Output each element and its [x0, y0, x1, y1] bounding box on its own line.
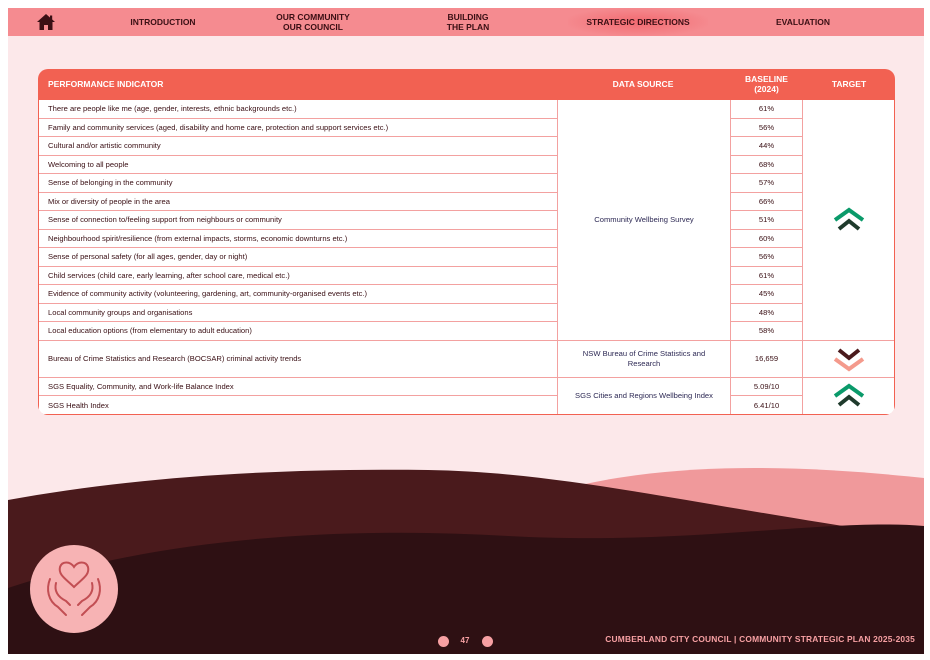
baseline-cell: 45% [730, 285, 803, 304]
indicator-cell: SGS Equality, Community, and Work-life B… [39, 377, 557, 396]
indicator-cell: Cultural and/or artistic community [39, 137, 557, 156]
baseline-cell: 58% [730, 322, 803, 341]
table-header: PERFORMANCE INDICATOR DATA SOURCE BASELI… [38, 69, 895, 99]
double-chevron-up-icon [833, 383, 864, 407]
baseline-cell: 61% [730, 266, 803, 285]
baseline-cell: 61% [730, 100, 803, 119]
nav-item-our-community[interactable]: OUR COMMUNITY OUR COUNCIL [258, 8, 368, 36]
header-baseline-line1: BASELINE [745, 74, 788, 84]
baseline-cell: 16,659 [730, 340, 803, 378]
nav-item-introduction[interactable]: INTRODUCTION [108, 8, 218, 36]
indicator-cell: SGS Health Index [39, 396, 557, 414]
baseline-cell: 57% [730, 174, 803, 193]
previous-page-button[interactable] [438, 636, 449, 647]
data-source-cell: Community Wellbeing Survey [557, 100, 730, 341]
nav-item-evaluation[interactable]: EVALUATION [753, 8, 853, 36]
page-number: 47 [460, 636, 470, 645]
home-button[interactable] [36, 12, 56, 32]
target-cell [803, 100, 894, 341]
indicator-cell: Bureau of Crime Statistics and Research … [39, 340, 557, 378]
table-body: There are people like me (age, gender, i… [39, 100, 894, 414]
baseline-cell: 48% [730, 303, 803, 322]
header-target: TARGET [831, 79, 867, 89]
top-nav-bar: INTRODUCTION OUR COMMUNITY OUR COUNCIL B… [8, 8, 924, 36]
footer-council: CUMBERLAND CITY COUNCIL [605, 634, 732, 644]
header-baseline-line2: (2024) [754, 84, 779, 94]
baseline-cell: 5.09/10 [730, 377, 803, 396]
double-chevron-down-icon [833, 347, 864, 371]
heart-hands-icon [47, 561, 101, 616]
next-page-button[interactable] [482, 636, 493, 647]
target-cell [803, 340, 894, 378]
indicator-cell: Neighbourhood spirit/resilience (from ex… [39, 229, 557, 248]
page: INTRODUCTION OUR COMMUNITY OUR COUNCIL B… [8, 8, 924, 654]
footer-title: CUMBERLAND CITY COUNCIL | COMMUNITY STRA… [605, 634, 915, 644]
indicator-cell: Local education options (from elementary… [39, 322, 557, 341]
page-navigation: 47 [438, 636, 498, 648]
double-chevron-up-icon [833, 207, 864, 231]
baseline-cell: 51% [730, 211, 803, 230]
nav-item-strategic-directions[interactable]: STRATEGIC DIRECTIONS [568, 8, 708, 36]
indicator-cell: Sense of belonging in the community [39, 174, 557, 193]
baseline-cell: 44% [730, 137, 803, 156]
header-baseline: BASELINE (2024) [730, 69, 803, 99]
target-cell [803, 377, 894, 414]
data-source-cell: NSW Bureau of Crime Statistics and Resea… [557, 340, 730, 378]
heart-hands-logo [30, 545, 118, 633]
indicator-cell: There are people like me (age, gender, i… [39, 100, 557, 119]
baseline-cell: 66% [730, 192, 803, 211]
header-data-source: DATA SOURCE [612, 79, 674, 89]
indicator-cell: Child services (child care, early learni… [39, 266, 557, 285]
baseline-cell: 56% [730, 248, 803, 267]
indicator-cell: Evidence of community activity (voluntee… [39, 285, 557, 304]
baseline-cell: 56% [730, 118, 803, 137]
performance-table: PERFORMANCE INDICATOR DATA SOURCE BASELI… [38, 69, 895, 415]
footer-separator: | [734, 634, 737, 644]
decorative-hills [8, 468, 924, 654]
nav-item-building-the-plan[interactable]: BUILDING THE PLAN [418, 8, 518, 36]
indicator-cell: Local community groups and organisations [39, 303, 557, 322]
data-source-cell: SGS Cities and Regions Wellbeing Index [557, 377, 730, 414]
indicator-cell: Family and community services (aged, dis… [39, 118, 557, 137]
baseline-cell: 68% [730, 155, 803, 174]
baseline-cell: 6.41/10 [730, 396, 803, 414]
indicator-cell: Mix or diversity of people in the area [39, 192, 557, 211]
indicator-cell: Welcoming to all people [39, 155, 557, 174]
header-performance-indicator: PERFORMANCE INDICATOR [48, 79, 164, 89]
indicator-cell: Sense of personal safety (for all ages, … [39, 248, 557, 267]
baseline-cell: 60% [730, 229, 803, 248]
home-icon [37, 14, 55, 30]
indicator-cell: Sense of connection to/feeling support f… [39, 211, 557, 230]
footer-plan: COMMUNITY STRATEGIC PLAN 2025-2035 [739, 634, 915, 644]
